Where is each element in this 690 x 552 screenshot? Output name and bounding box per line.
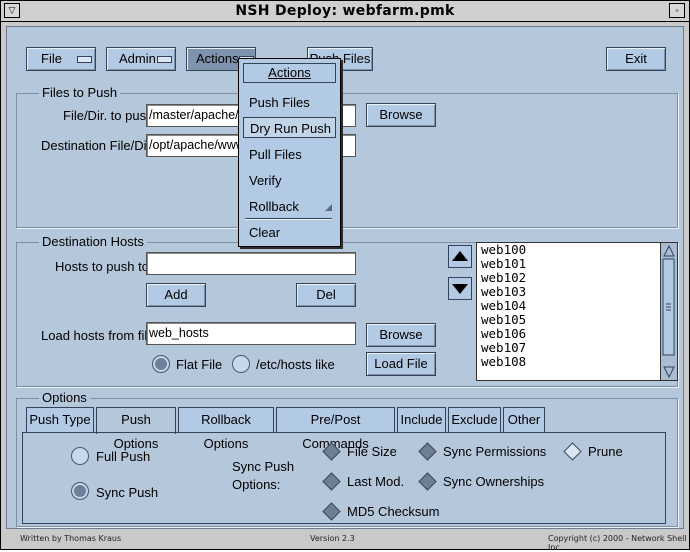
menu-item-rollback-label: Rollback bbox=[249, 199, 299, 214]
add-host-button[interactable]: Add bbox=[146, 283, 206, 307]
sync-ownerships-checkbox[interactable] bbox=[418, 472, 437, 491]
menu-separator bbox=[245, 218, 332, 220]
file-menu-button[interactable]: File bbox=[26, 47, 96, 71]
actions-dropdown-menu: Actions Push Files Dry Run Push Pull Fil… bbox=[238, 58, 341, 247]
scrollbar-icon bbox=[662, 244, 675, 379]
hosts-to-push-input[interactable] bbox=[146, 252, 356, 275]
load-hosts-input[interactable]: web_hosts bbox=[146, 322, 356, 345]
push-options-panel: Full Push Sync Push Sync Push Options: F… bbox=[22, 432, 666, 524]
tab-push-type[interactable]: Push Type bbox=[26, 407, 94, 433]
sync-permissions-label: Sync Permissions bbox=[443, 444, 547, 459]
prune-checkbox[interactable] bbox=[563, 442, 582, 461]
menu-item-rollback[interactable]: Rollback bbox=[243, 196, 336, 217]
window-title: NSH Deploy: webfarm.pmk bbox=[235, 3, 455, 19]
flat-file-label: Flat File bbox=[176, 357, 223, 372]
triangle-up-icon bbox=[452, 251, 468, 261]
footer-copyright: Copyright (c) 2000 - Network Shell Inc. bbox=[548, 534, 687, 552]
actions-menu-title: Actions bbox=[243, 63, 336, 83]
triangle-down-icon bbox=[452, 284, 468, 294]
sync-ownerships-label: Sync Ownerships bbox=[443, 474, 545, 489]
admin-menu-label: Admin bbox=[119, 51, 156, 66]
admin-menu-button[interactable]: Admin bbox=[106, 47, 176, 71]
file-size-checkbox[interactable] bbox=[322, 442, 341, 461]
list-item[interactable]: web105 bbox=[477, 313, 677, 327]
tab-include[interactable]: Include bbox=[397, 407, 446, 433]
file-menu-label: File bbox=[41, 51, 62, 66]
hosts-list-scrollbar[interactable] bbox=[660, 243, 677, 380]
browse-source-button[interactable]: Browse bbox=[366, 103, 436, 127]
list-item[interactable]: web108 bbox=[477, 355, 677, 369]
menu-item-clear[interactable]: Clear bbox=[243, 222, 336, 243]
footer-author: Written by Thomas Kraus bbox=[20, 534, 122, 543]
list-item[interactable]: web107 bbox=[477, 341, 677, 355]
load-hosts-label: Load hosts from file: bbox=[41, 328, 159, 343]
window-close-button[interactable]: ▫ bbox=[669, 3, 685, 18]
del-host-button[interactable]: Del bbox=[296, 283, 356, 307]
menu-item-pull-files[interactable]: Pull Files bbox=[243, 144, 336, 165]
menu-item-dry-run-push[interactable]: Dry Run Push bbox=[243, 117, 336, 138]
footer-version: Version 2.3 bbox=[310, 534, 355, 543]
title-bar: ▽ NSH Deploy: webfarm.pmk ▫ bbox=[1, 1, 689, 22]
tab-push-options[interactable]: Push Options bbox=[96, 407, 176, 451]
etc-hosts-radio[interactable] bbox=[232, 355, 250, 373]
actions-menu-label: Actions bbox=[196, 51, 239, 66]
menu-indicator-icon bbox=[77, 56, 92, 63]
list-item[interactable]: web104 bbox=[477, 299, 677, 313]
hosts-to-push-label: Hosts to push to: bbox=[55, 259, 153, 274]
list-item[interactable]: web106 bbox=[477, 327, 677, 341]
list-item[interactable]: web103 bbox=[477, 285, 677, 299]
tab-rollback-options[interactable]: Rollback Options bbox=[178, 407, 274, 451]
full-push-label: Full Push bbox=[96, 449, 151, 464]
browse-hosts-button[interactable]: Browse bbox=[366, 323, 436, 347]
options-legend: Options bbox=[39, 390, 90, 405]
list-item[interactable]: web102 bbox=[477, 271, 677, 285]
tab-other[interactable]: Other bbox=[503, 407, 545, 433]
sync-permissions-checkbox[interactable] bbox=[418, 442, 437, 461]
list-item[interactable]: web101 bbox=[477, 257, 677, 271]
app-window: ▽ NSH Deploy: webfarm.pmk ▫ File Admin A… bbox=[0, 0, 690, 552]
move-up-button[interactable] bbox=[448, 245, 472, 268]
last-mod-label: Last Mod. bbox=[347, 474, 405, 489]
files-to-push-legend: Files to Push bbox=[39, 85, 121, 100]
sync-push-label: Sync Push bbox=[96, 485, 159, 500]
submenu-arrow-icon bbox=[325, 204, 332, 211]
move-down-button[interactable] bbox=[448, 277, 472, 300]
file-size-label: File Size bbox=[347, 444, 397, 459]
sync-push-radio[interactable] bbox=[71, 482, 89, 500]
list-item[interactable]: web100 bbox=[477, 243, 677, 257]
md5-checkbox[interactable] bbox=[322, 502, 341, 521]
destination-hosts-legend: Destination Hosts bbox=[39, 234, 147, 249]
prune-label: Prune bbox=[588, 444, 623, 459]
sync-options-label-1: Sync Push bbox=[232, 459, 295, 474]
sync-options-label-2: Options: bbox=[232, 477, 281, 492]
tab-pre-post-commands[interactable]: Pre/Post Commands bbox=[276, 407, 395, 451]
exit-button[interactable]: Exit bbox=[606, 47, 666, 71]
destination-dir-label: Destination File/Dir.: bbox=[41, 138, 158, 153]
etc-hosts-label: /etc/hosts like bbox=[256, 357, 335, 372]
hosts-list[interactable]: web100 web101 web102 web103 web104 web10… bbox=[476, 242, 678, 381]
md5-label: MD5 Checksum bbox=[347, 504, 440, 519]
full-push-radio[interactable] bbox=[71, 447, 89, 465]
tab-exclude[interactable]: Exclude bbox=[448, 407, 501, 433]
file-dir-label: File/Dir. to push: bbox=[63, 108, 157, 123]
menu-item-push-files[interactable]: Push Files bbox=[243, 92, 336, 113]
last-mod-checkbox[interactable] bbox=[322, 472, 341, 491]
load-file-button[interactable]: Load File bbox=[366, 352, 436, 376]
menu-indicator-icon bbox=[157, 56, 172, 63]
flat-file-radio[interactable] bbox=[152, 355, 170, 373]
menu-item-verify[interactable]: Verify bbox=[243, 170, 336, 191]
